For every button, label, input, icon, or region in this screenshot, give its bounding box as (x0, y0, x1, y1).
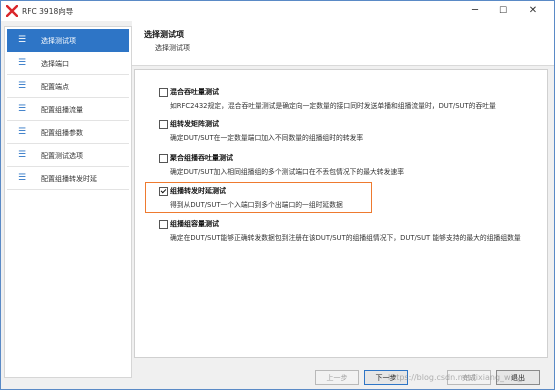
option-description: 确定在DUT/SUT能够正确转发数据包到注册在该DUT/SUT的组播组情况下，D… (170, 234, 521, 242)
page-header: 选择测试项 选择测试项 (132, 21, 554, 66)
minimize-button[interactable]: ─ (464, 1, 486, 21)
group-forwarding-matrix-checkbox[interactable] (159, 120, 168, 129)
sidebar-item-configure-multicast-traffic[interactable]: ☰ 配置组播流量 (7, 98, 129, 121)
sidebar-item-label: 配置测试选项 (41, 152, 83, 160)
wizard-steps-sidebar: ☰ 选择测试项 ☰ 选择端口 ☰ 配置端点 ☰ 配置组播流量 ☰ 配置组播参数 … (4, 26, 132, 378)
list-icon: ☰ (18, 81, 27, 91)
sidebar-item-label: 配置组播流量 (41, 106, 83, 114)
option-title: 组播组容量测试 (170, 220, 219, 228)
sidebar-item-label: 配置组播参数 (41, 129, 83, 137)
test-options-panel: 混合吞吐量测试 如RFC2432规定，混合吞吐量测试是确定向一定数量的接口同时发… (134, 69, 548, 358)
sidebar-item-configure-endpoints[interactable]: ☰ 配置端点 (7, 75, 129, 98)
list-icon: ☰ (18, 150, 27, 160)
sidebar-item-label: 配置组播转发时延 (41, 175, 97, 183)
sidebar-item-select-tests[interactable]: ☰ 选择测试项 (7, 29, 129, 52)
close-button[interactable]: ✕ (522, 1, 544, 21)
option-description: 确定DUT/SUT在一定数量端口加入不同数量的组播组时的转发率 (170, 134, 364, 142)
prev-button[interactable]: 上一步 (315, 370, 359, 385)
group-capacity-checkbox[interactable] (159, 220, 168, 229)
list-icon: ☰ (18, 173, 27, 183)
option-title: 组转发矩阵测试 (170, 120, 219, 128)
list-icon: ☰ (18, 35, 27, 45)
sidebar-item-label: 配置端点 (41, 83, 69, 91)
sidebar-item-label: 选择端口 (41, 60, 69, 68)
watermark: https://blog.csdn.net/lixiang_wei_ (388, 373, 522, 382)
sidebar-item-configure-test-options[interactable]: ☰ 配置测试选项 (7, 144, 129, 167)
sidebar-item-select-ports[interactable]: ☰ 选择端口 (7, 52, 129, 75)
red-x-logo-icon (6, 5, 18, 17)
option-description: 确定DUT/SUT加入相同组播组的多个测试端口在不丢包情况下的最大转发速率 (170, 168, 404, 176)
page-title: 选择测试项 (144, 30, 184, 39)
option-description: 如RFC2432规定，混合吞吐量测试是确定向一定数量的接口同时发送单播和组播流量… (170, 102, 496, 110)
option-title: 聚合组播吞吐量测试 (170, 154, 233, 162)
list-icon: ☰ (18, 127, 27, 137)
maximize-button[interactable]: ☐ (492, 1, 514, 21)
sidebar-item-configure-multicast-params[interactable]: ☰ 配置组播参数 (7, 121, 129, 144)
window-title: RFC 3918向导 (22, 7, 74, 16)
list-icon: ☰ (18, 58, 27, 68)
sidebar-item-configure-forwarding-latency[interactable]: ☰ 配置组播转发时延 (7, 167, 129, 190)
list-icon: ☰ (18, 104, 27, 114)
sidebar-item-label: 选择测试项 (41, 37, 76, 45)
selection-highlight-box (145, 182, 372, 213)
aggregated-throughput-checkbox[interactable] (159, 154, 168, 163)
mixed-throughput-checkbox[interactable] (159, 88, 168, 97)
title-bar: RFC 3918向导 ─ ☐ ✕ (1, 1, 554, 21)
wizard-window: RFC 3918向导 ─ ☐ ✕ 选择测试项 选择测试项 ☰ 选择测试项 ☰ 选… (0, 0, 555, 390)
page-subtitle: 选择测试项 (155, 44, 190, 52)
option-title: 混合吞吐量测试 (170, 88, 219, 96)
